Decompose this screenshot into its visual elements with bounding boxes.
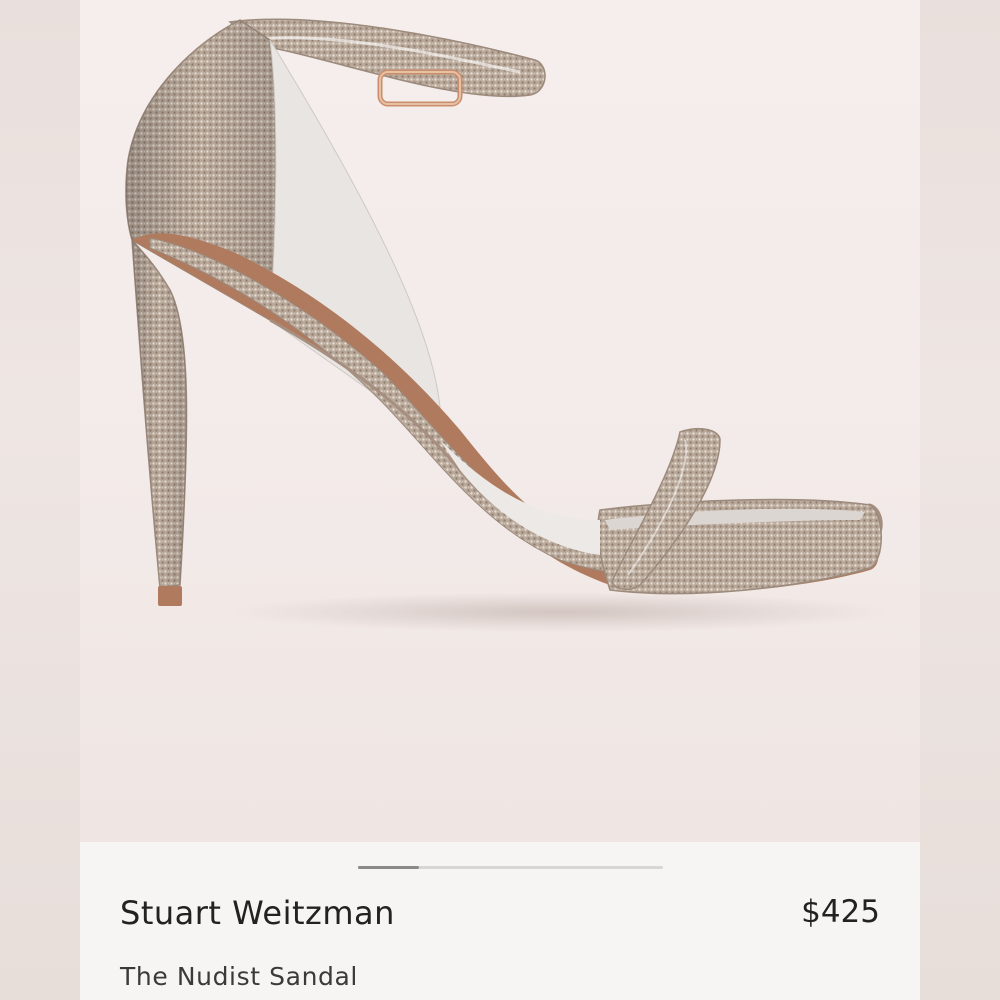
image-progress-fill: [358, 866, 419, 869]
shadow: [230, 592, 890, 632]
left-blur-edge: [0, 0, 80, 1000]
product-info-panel: Stuart Weitzman $425 The Nudist Sandal: [80, 842, 920, 1000]
sandal-image: [125, 18, 890, 632]
screen-frame: Stuart Weitzman $425 The Nudist Sandal: [0, 0, 1000, 1000]
right-blur-edge: [920, 0, 1000, 1000]
product-image-area[interactable]: [80, 0, 920, 842]
image-progress-bar: [358, 866, 663, 869]
product-price: $425: [801, 894, 880, 930]
product-title[interactable]: The Nudist Sandal: [120, 962, 358, 991]
brand-name[interactable]: Stuart Weitzman: [120, 894, 395, 932]
product-card[interactable]: Stuart Weitzman $425 The Nudist Sandal: [80, 0, 920, 1000]
